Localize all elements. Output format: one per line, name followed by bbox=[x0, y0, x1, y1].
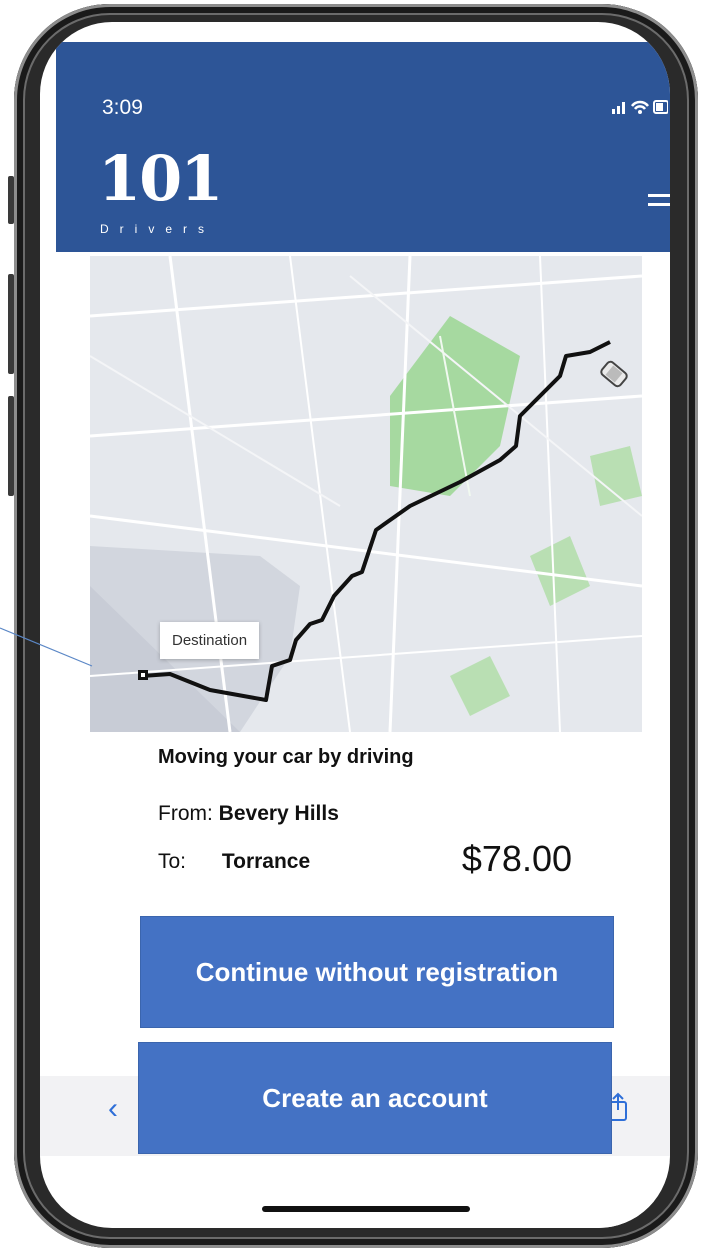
create-account-button[interactable]: Create an account bbox=[138, 1042, 612, 1154]
trip-price: $78.00 bbox=[461, 838, 572, 879]
map-graphic bbox=[89, 255, 643, 733]
to-value: Torrance bbox=[221, 850, 311, 873]
bottom-area bbox=[132, 1156, 654, 1228]
home-indicator bbox=[262, 1206, 470, 1212]
chevron-left-icon[interactable]: ‹ bbox=[108, 1092, 118, 1126]
trip-to: To: Torrance bbox=[158, 850, 310, 874]
mute-switch bbox=[8, 176, 14, 224]
trip-from: From: Bevery Hills bbox=[158, 802, 339, 826]
route-map[interactable]: Destination bbox=[89, 255, 643, 733]
phone-screen: 3:09 101 Drivers Destination Moving your… bbox=[40, 22, 670, 1228]
from-label: From: bbox=[158, 802, 213, 825]
app-header: 3:09 101 Drivers bbox=[56, 42, 670, 252]
menu-icon[interactable] bbox=[648, 194, 670, 212]
status-time: 3:09 bbox=[102, 96, 143, 119]
from-value: Bevery Hills bbox=[218, 802, 339, 825]
logo-subtitle: Drivers bbox=[100, 222, 215, 236]
logo-number: 101 bbox=[98, 142, 223, 215]
to-label: To: bbox=[158, 850, 187, 873]
continue-without-registration-button[interactable]: Continue without registration bbox=[140, 916, 614, 1028]
signal-wifi-battery-icon bbox=[612, 100, 669, 114]
status-icons bbox=[612, 98, 669, 121]
volume-down-button bbox=[8, 396, 14, 496]
trip-title: Moving your car by driving bbox=[158, 746, 414, 768]
volume-up-button bbox=[8, 274, 14, 374]
destination-callout: Destination bbox=[160, 622, 260, 659]
